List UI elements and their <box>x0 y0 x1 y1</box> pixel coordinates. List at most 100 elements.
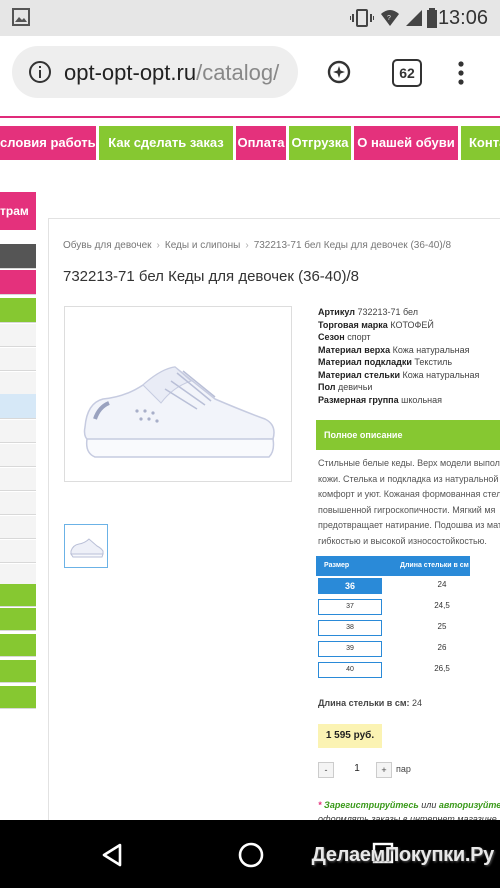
chevron-right-icon: › <box>156 240 160 251</box>
quantity-unit: пар <box>396 764 411 774</box>
description-line: повышенной гигроскопичности. Мягкий мя <box>318 504 496 515</box>
size-row: 40 26,5 <box>316 660 470 681</box>
nav-item-how-to-order[interactable]: Как сделать заказ <box>99 126 233 160</box>
tab-switcher-button[interactable]: 62 <box>392 59 422 87</box>
status-bar: ? 13:06 <box>0 0 500 36</box>
insole-length: 24 <box>437 580 447 589</box>
spec-value: Текстиль <box>414 357 453 367</box>
size-option[interactable]: 40 <box>318 662 382 678</box>
spec-value: 732213-71 бел <box>357 307 419 317</box>
size-option[interactable]: 39 <box>318 641 382 657</box>
login-note: * Зарегистрируйтесь или авторизуйтесь д … <box>318 798 500 820</box>
nav-item-contacts[interactable]: Конта <box>461 126 500 160</box>
nav-item-payment[interactable]: Оплата <box>236 126 286 160</box>
nav-item-terms[interactable]: словия работы <box>0 126 99 160</box>
quantity-input[interactable]: 1 <box>346 762 368 776</box>
spec-row: Торговая марка КОТОФЕЙ <box>318 319 479 332</box>
sidebar-item[interactable] <box>0 468 36 491</box>
sidebar-item[interactable] <box>0 298 36 323</box>
site-info-icon[interactable] <box>28 60 52 89</box>
insole-length-summary: Длина стельки в см: 24 <box>318 698 422 708</box>
sidebar-item[interactable] <box>0 686 36 709</box>
url-text: opt-opt-opt.ru/catalog/ <box>64 60 296 86</box>
breadcrumb-link[interactable]: Кеды и слипоны <box>165 240 240 251</box>
spec-label: Размерная группа <box>318 394 399 405</box>
size-row: 36 24 <box>316 576 470 597</box>
vibrate-icon <box>349 8 375 33</box>
spec-value: девичьи <box>337 382 373 392</box>
note-asterisk: * <box>318 800 322 810</box>
quantity-decrement-button[interactable]: - <box>318 762 334 778</box>
home-icon[interactable] <box>237 841 265 874</box>
size-table-header: Размер Длина стельки в см <box>316 556 470 576</box>
insole-length: 24,5 <box>434 601 450 610</box>
insole-value: 24 <box>412 698 423 708</box>
sidebar-item[interactable] <box>0 608 36 631</box>
description-line: гибкостью и высокой износостойкостью. <box>318 535 487 546</box>
sidebar-item[interactable] <box>0 244 36 269</box>
sidebar-item[interactable] <box>0 444 36 467</box>
spec-row: Пол девичьи <box>318 381 479 394</box>
breadcrumb-current: 732213-71 бел Кеды для девочек (36-40)/8 <box>253 240 452 251</box>
price-badge: 1 595 руб. <box>318 724 382 748</box>
nav-item-about-shoes[interactable]: О нашей обуви <box>354 126 458 160</box>
sidebar-item[interactable] <box>0 324 36 347</box>
spec-label: Артикул <box>318 307 355 317</box>
description-line: кожи. Стелька и подкладка из натуральной <box>318 473 499 484</box>
full-description-tab[interactable]: Полное описание <box>316 420 500 450</box>
page-title: 732213-71 бел Кеды для девочек (36-40)/8 <box>63 268 359 285</box>
register-link[interactable]: Зарегистрируйтесь <box>324 800 419 810</box>
sidebar-item[interactable] <box>0 270 36 295</box>
size-row: 37 24,5 <box>316 597 470 618</box>
sidebar-item[interactable] <box>0 492 36 515</box>
product-specs: Артикул 732213-71 бел Торговая марка КОТ… <box>318 306 479 406</box>
quantity-increment-button[interactable]: + <box>376 762 392 778</box>
product-description: Стильные белые кеды. Верх модели выпол к… <box>318 456 500 549</box>
size-option-selected[interactable]: 36 <box>318 578 382 594</box>
sidebar-item[interactable] <box>0 634 36 657</box>
note-line-2: оформлять заказы в интернет магазине. <box>318 814 500 820</box>
back-icon[interactable] <box>100 842 124 873</box>
breadcrumb-link[interactable]: Обувь для девочек <box>63 240 152 251</box>
sidebar-item[interactable] <box>0 584 36 607</box>
size-column-header: Размер <box>324 562 350 569</box>
product-thumbnail[interactable] <box>64 524 108 568</box>
spec-label: Пол <box>318 382 336 392</box>
sidebar-item[interactable] <box>0 420 36 443</box>
spec-value: Кожа натуральная <box>392 344 470 355</box>
spec-row: Артикул 732213-71 бел <box>318 306 479 319</box>
url-path: /catalog/ <box>196 60 280 85</box>
nav-item-shipping[interactable]: Отгрузка <box>289 126 351 160</box>
battery-icon <box>426 8 438 33</box>
url-host: opt-opt-opt.ru <box>64 60 197 85</box>
spec-label: Сезон <box>318 332 345 342</box>
product-image[interactable] <box>64 306 292 482</box>
size-option[interactable]: 38 <box>318 620 382 636</box>
sidebar-item[interactable] <box>0 372 36 395</box>
sidebar-header[interactable]: трам <box>0 192 36 230</box>
size-option[interactable]: 37 <box>318 599 382 615</box>
sidebar-item[interactable] <box>0 348 36 371</box>
spec-row: Сезон спорт <box>318 331 479 344</box>
sneaker-image <box>83 366 275 458</box>
more-options-icon[interactable] <box>456 60 466 91</box>
lens-sparkle-icon[interactable] <box>326 58 354 91</box>
browser-toolbar: opt-opt-opt.ru/catalog/ 62 <box>0 36 500 108</box>
web-page: словия работы Как сделать заказ Оплата О… <box>0 108 500 820</box>
chevron-right-icon: › <box>245 240 249 251</box>
sidebar-item[interactable] <box>0 540 36 563</box>
sneaker-thumbnail-image <box>70 538 104 558</box>
clock: 13:06 <box>437 7 488 29</box>
sidebar-item[interactable] <box>0 516 36 539</box>
spec-label: Материал стельки <box>318 369 400 380</box>
spec-value: школьная <box>401 394 442 405</box>
spec-row: Материал стельки Кожа натуральная <box>318 369 479 382</box>
spec-value: Кожа натуральная <box>402 369 480 380</box>
sidebar-item-active[interactable] <box>0 394 36 419</box>
insole-length: 26 <box>437 643 447 652</box>
address-bar[interactable]: opt-opt-opt.ru/catalog/ <box>12 46 298 98</box>
login-link[interactable]: авторизуйтесь <box>439 800 500 810</box>
sidebar-item[interactable] <box>0 660 36 683</box>
signal-icon <box>404 8 424 33</box>
spec-label: Материал верха <box>318 344 391 355</box>
